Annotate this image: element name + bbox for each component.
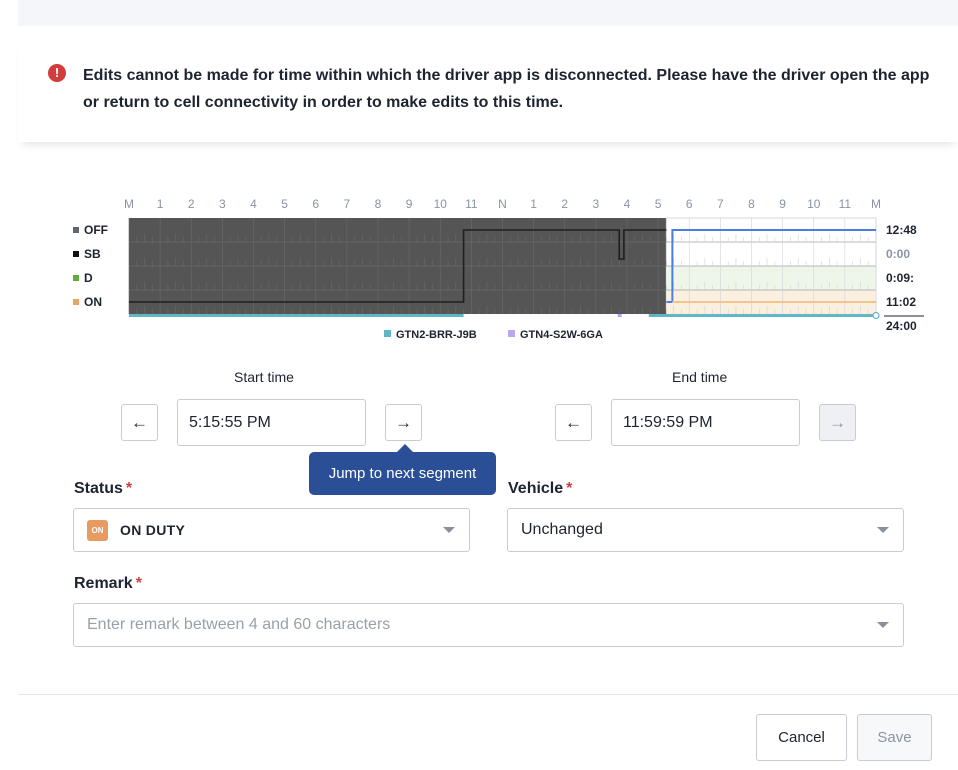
start-time-next-button[interactable]: → [385,404,422,441]
vehicle-label: Vehicle * [508,480,573,497]
hour-label: 10 [807,197,821,211]
start-time-prev-button[interactable]: ← [121,404,158,441]
status-label-sb: SB [84,247,101,261]
end-time-next-button[interactable]: → [819,404,856,441]
status-value: ON DUTY [120,522,186,538]
footer-divider [18,694,958,695]
end-handle [872,311,880,320]
vehicle-value: Unchanged [521,521,603,538]
end-time-prev-button[interactable]: ← [555,404,592,441]
save-button[interactable]: Save [857,714,932,761]
required-marker: * [566,480,573,497]
disconnected-alert: ! Edits cannot be made for time within w… [18,42,958,142]
arrow-right-icon: → [829,413,846,432]
cancel-button[interactable]: Cancel [756,714,847,761]
status-label-d: D [84,271,93,285]
legend-swatch [384,330,391,337]
status-dot-sb [73,251,79,257]
legend-swatch [508,330,515,337]
hour-label: 4 [624,197,631,211]
status-total-off: 12:48 [886,223,917,237]
status-dot-off [73,227,79,233]
required-marker: * [135,575,142,592]
hour-label: M [124,197,134,211]
hour-label: 1 [157,197,164,211]
start-time-input[interactable]: 5:15:55 PM [177,399,366,446]
hour-label: 2 [561,197,568,211]
hour-label: 4 [250,197,257,211]
status-dot-on [73,299,79,305]
vehicle-bar-gtn2-b [648,314,876,317]
arrow-left-icon: ← [131,413,148,432]
driving-row-bg [666,266,876,290]
vehicle-bar-gtn2 [129,314,464,317]
chevron-down-icon [877,622,889,628]
arrow-right-icon: → [395,413,412,432]
vehicle-select[interactable]: Unchanged [507,508,904,552]
hour-label: 11 [465,197,478,211]
hos-log-chart[interactable]: M 1 2 3 4 5 6 7 8 9 10 11 N 1 2 3 4 5 6 7 8 9 10 11 M OFF 12:48 SB 0… [0,190,958,350]
end-time-label: End time [672,369,728,385]
tooltip-pointer [397,444,413,452]
jump-next-segment-tooltip: Jump to next segment [309,452,496,495]
log-chart-svg[interactable]: M 1 2 3 4 5 6 7 8 9 10 11 N 1 2 3 4 5 6 7 8 9 10 11 M OFF 12:48 SB 0… [0,190,958,350]
exclamation-circle-icon: ! [48,64,66,82]
status-label: Status * [74,480,133,497]
legend-label: GTN2-BRR-J9B [396,329,477,341]
alert-message: Edits cannot be made for time within whi… [83,67,930,111]
end-time-input[interactable]: 11:59:59 PM [611,399,800,446]
grand-total: 24:00 [886,319,917,333]
status-total-on: 11:02 [886,295,916,309]
hour-label: 1 [530,197,537,211]
chevron-down-icon [443,527,455,533]
hour-label: 6 [686,197,693,211]
hour-label: 2 [188,197,195,211]
remark-placeholder: Enter remark between 4 and 60 characters [87,616,391,633]
hour-label: 9 [779,197,786,211]
status-total-d: 0:09: [886,271,914,285]
on-duty-badge: ON [87,520,108,541]
required-marker: * [125,480,133,497]
status-label-off: OFF [84,223,108,237]
hour-label: 8 [375,197,382,211]
vehicle-bar-gtn4 [617,314,622,317]
remark-select[interactable]: Enter remark between 4 and 60 characters [73,603,904,647]
hour-label: 7 [344,197,351,211]
arrow-left-icon: ← [565,413,582,432]
top-strip [18,0,958,26]
hour-label: 5 [281,197,288,211]
chevron-down-icon [877,527,889,533]
hour-label: 5 [655,197,662,211]
hour-label: 8 [748,197,755,211]
hour-label: 11 [839,197,852,211]
hour-label: 7 [717,197,724,211]
hour-label: 10 [434,197,448,211]
status-label-on: ON [84,295,102,309]
hour-label: 9 [406,197,413,211]
legend-label: GTN4-S2W-6GA [520,329,603,341]
remark-label: Remark * [74,575,142,592]
start-time-label: Start time [234,369,294,385]
hour-label: 6 [312,197,319,211]
status-total-sb: 0:00 [886,247,910,261]
hour-label: M [871,197,881,211]
hour-label: 3 [593,197,600,211]
hour-label: 3 [219,197,226,211]
status-dot-d [73,275,79,281]
status-select[interactable]: ON ON DUTY [73,508,470,552]
hour-label: N [498,197,507,211]
